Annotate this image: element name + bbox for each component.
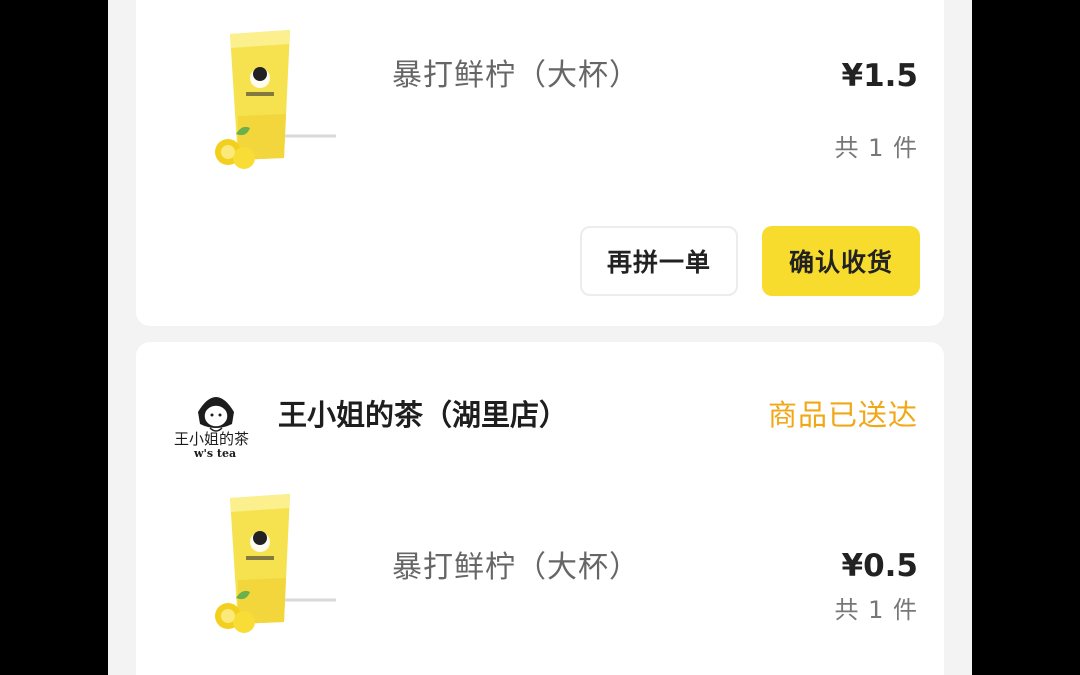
product-price: ¥0.5 (841, 548, 919, 584)
order-list-screen: 暴打鲜柠（大杯） ¥1.5 共 1 件 再拼一单 确认收货 王小姐的茶 w's … (108, 0, 972, 675)
product-quantity: 共 1 件 (834, 134, 918, 162)
product-quantity: 共 1 件 (834, 596, 918, 624)
shop-name[interactable]: 王小姐的茶（湖里店） (278, 392, 568, 434)
svg-text:王小姐的茶: 王小姐的茶 (174, 430, 249, 448)
order-card[interactable]: 暴打鲜柠（大杯） ¥1.5 共 1 件 再拼一单 确认收货 (136, 0, 944, 326)
product-price: ¥1.5 (841, 58, 919, 94)
shop-logo-icon[interactable]: 王小姐的茶 w's tea (170, 378, 262, 460)
reorder-button[interactable]: 再拼一单 (580, 226, 738, 296)
product-name[interactable]: 暴打鲜柠（大杯） (392, 50, 640, 94)
order-status: 商品已送达 (767, 398, 918, 432)
lemon-tea-cup-icon[interactable] (208, 490, 338, 640)
svg-text:w's tea: w's tea (193, 447, 236, 460)
order-card[interactable]: 王小姐的茶 w's tea 王小姐的茶（湖里店） 商品已送达 暴打鲜柠（大杯） (136, 342, 944, 675)
lemon-tea-cup-icon[interactable] (208, 26, 338, 176)
confirm-receipt-button[interactable]: 确认收货 (762, 226, 920, 296)
product-name[interactable]: 暴打鲜柠（大杯） (392, 542, 640, 586)
